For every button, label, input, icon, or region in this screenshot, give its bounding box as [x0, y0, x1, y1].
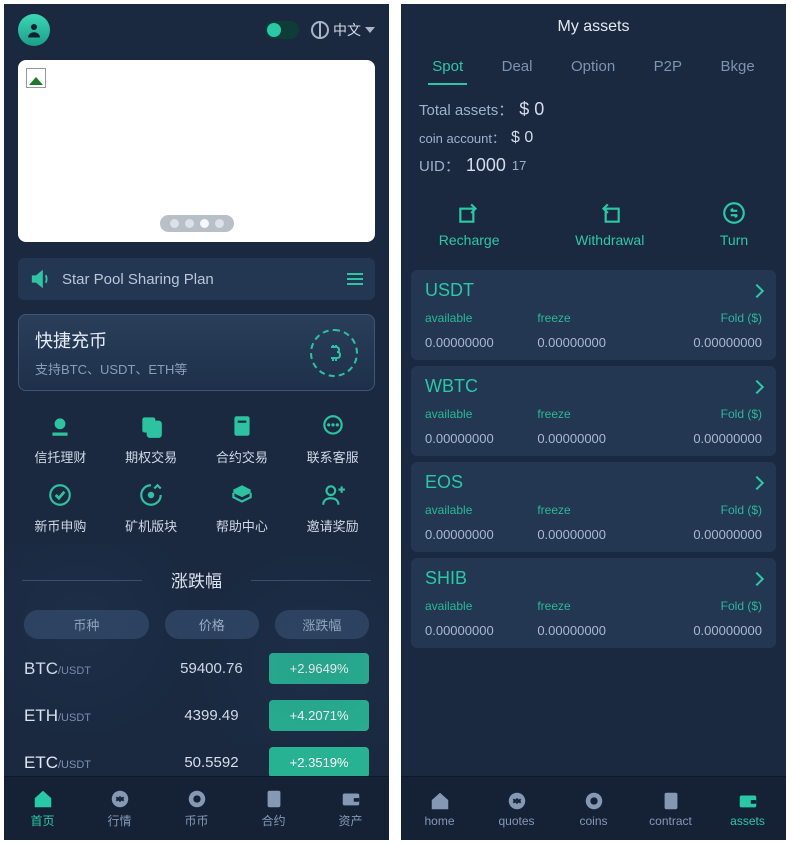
- chevron-right-icon: [750, 283, 764, 297]
- tab-assets[interactable]: assets: [709, 777, 786, 840]
- page-title: My assets: [401, 4, 786, 44]
- chevron-right-icon: [750, 571, 764, 585]
- tab-home[interactable]: 首页: [4, 777, 81, 840]
- right-screen: My assets Spot Deal Option P2P Bkge Tota…: [401, 4, 786, 840]
- carousel-dots[interactable]: [160, 215, 234, 232]
- quick-deposit-card[interactable]: 快捷充币 支持BTC、USDT、ETH等: [18, 314, 375, 391]
- grid-mining[interactable]: 矿机版块: [109, 476, 194, 539]
- coin-card[interactable]: SHIB availablefreezeFold ($) 0.000000000…: [411, 558, 776, 648]
- chevron-right-icon: [750, 379, 764, 393]
- quick-sub: 支持BTC、USDT、ETH等: [35, 359, 187, 378]
- withdrawal-button[interactable]: Withdrawal: [575, 200, 644, 248]
- tab-quotes[interactable]: quotes: [478, 777, 555, 840]
- quick-title: 快捷充币: [35, 327, 187, 353]
- avatar[interactable]: [18, 14, 50, 46]
- grid-contract[interactable]: 合约交易: [200, 407, 285, 470]
- coin-list: USDT availablefreezeFold ($) 0.000000000…: [401, 264, 786, 840]
- table-row[interactable]: ETH/USDT4399.49+4.2071%: [4, 692, 389, 739]
- table-row[interactable]: BTC/USDT59400.76+2.9649%: [4, 645, 389, 692]
- coin-card[interactable]: EOS availablefreezeFold ($) 0.000000000.…: [411, 462, 776, 552]
- grid-invite[interactable]: 邀请奖励: [290, 476, 375, 539]
- grid-support[interactable]: 联系客服: [290, 407, 375, 470]
- chevron-down-icon: [365, 27, 375, 33]
- grid-trust[interactable]: 信托理财: [18, 407, 103, 470]
- tab-home[interactable]: home: [401, 777, 478, 840]
- tab-option[interactable]: Option: [567, 50, 619, 85]
- announcement-text: Star Pool Sharing Plan: [62, 271, 214, 288]
- grid-options[interactable]: 期权交易: [109, 407, 194, 470]
- banner-carousel[interactable]: [18, 60, 375, 242]
- bitcoin-icon: [310, 329, 358, 377]
- table-header: 币种 价格 涨跌幅: [4, 604, 389, 645]
- chevron-right-icon: [750, 475, 764, 489]
- menu-icon[interactable]: [347, 273, 363, 285]
- asset-tabs: Spot Deal Option P2P Bkge: [401, 44, 786, 85]
- turn-button[interactable]: Turn: [720, 200, 748, 248]
- tab-coins[interactable]: 币币: [158, 777, 235, 840]
- left-header: 中文: [4, 4, 389, 56]
- section-title: 涨跌幅: [4, 567, 389, 592]
- recharge-button[interactable]: Recharge: [439, 200, 500, 248]
- summary: Total assets：$ 0 coin account：$ 0 UID：10…: [401, 85, 786, 188]
- tab-contract[interactable]: 合约: [235, 777, 312, 840]
- tab-contract[interactable]: contract: [632, 777, 709, 840]
- language-selector[interactable]: 中文: [311, 20, 375, 40]
- left-screen: 中文 Star Pool Sharing Plan 快捷充币 支持BTC、USD…: [4, 4, 389, 840]
- announcement-bar[interactable]: Star Pool Sharing Plan: [18, 258, 375, 300]
- grid-help[interactable]: 帮助中心: [200, 476, 285, 539]
- grid-newcoin[interactable]: 新币申购: [18, 476, 103, 539]
- tab-coins[interactable]: coins: [555, 777, 632, 840]
- speaker-icon: [30, 268, 52, 290]
- coin-card[interactable]: USDT availablefreezeFold ($) 0.000000000…: [411, 270, 776, 360]
- broken-image-icon: [26, 68, 46, 88]
- coin-card[interactable]: WBTC availablefreezeFold ($) 0.000000000…: [411, 366, 776, 456]
- tab-p2p[interactable]: P2P: [650, 50, 686, 85]
- theme-toggle[interactable]: [265, 21, 299, 39]
- left-tabbar: 首页 行情 币币 合约 资产: [4, 776, 389, 840]
- tab-bkge[interactable]: Bkge: [717, 50, 759, 85]
- tab-deal[interactable]: Deal: [498, 50, 537, 85]
- language-label: 中文: [333, 20, 361, 40]
- globe-icon: [311, 21, 329, 39]
- feature-grid: 信托理财 期权交易 合约交易 联系客服 新币申购 矿机版块 帮助中心 邀请奖励: [18, 407, 375, 539]
- tab-quotes[interactable]: 行情: [81, 777, 158, 840]
- action-row: Recharge Withdrawal Turn: [401, 188, 786, 264]
- tab-spot[interactable]: Spot: [428, 50, 467, 85]
- right-tabbar: home quotes coins contract assets: [401, 776, 786, 840]
- tab-assets[interactable]: 资产: [312, 777, 389, 840]
